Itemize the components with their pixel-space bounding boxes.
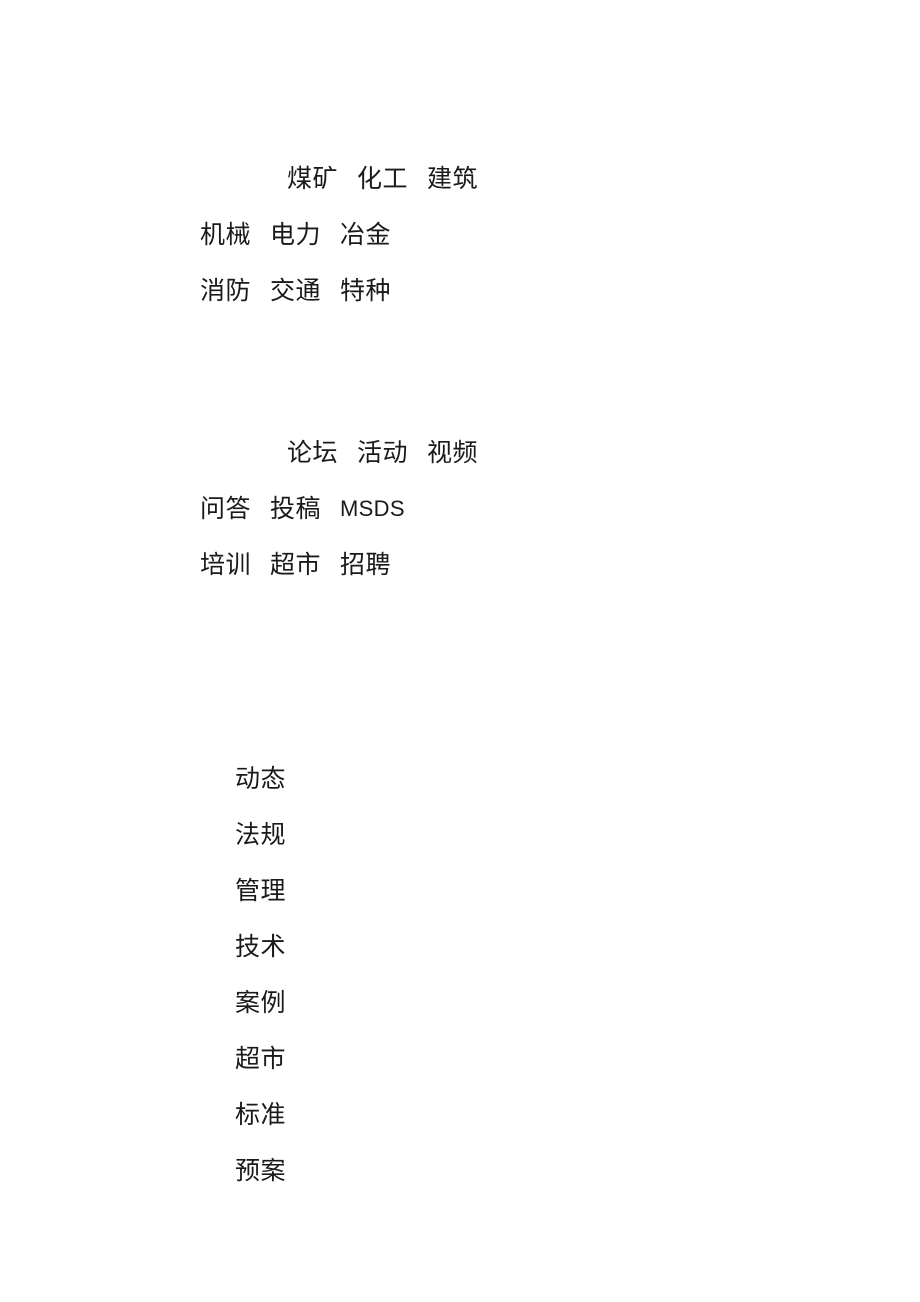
category-item[interactable]: 案例 bbox=[235, 976, 475, 1032]
nav-item-sections[interactable]: 视频 bbox=[427, 426, 478, 482]
category-item[interactable]: 法规 bbox=[235, 808, 475, 864]
category-item[interactable]: 标准 bbox=[235, 1088, 475, 1144]
section-nav-block: 论坛 活动 视频 问答 投稿 MSDS 培训 超市 招聘 bbox=[0, 426, 920, 594]
nav-line: 消防 交通 特种 bbox=[0, 264, 920, 320]
document-page: 煤矿 化工 建筑 机械 电力 冶金 消防 交通 特种 论坛 活动 视频 问答 投稿 MSDS 培训 超市 招聘 … bbox=[0, 0, 920, 1302]
nav-item-industries[interactable]: 化工 bbox=[357, 152, 408, 208]
nav-item-industries[interactable]: 冶金 bbox=[340, 208, 391, 264]
nav-line: 煤矿 化工 建筑 bbox=[0, 152, 920, 208]
nav-line: 问答 投稿 MSDS bbox=[0, 482, 920, 538]
nav-item-industries[interactable]: 特种 bbox=[340, 264, 391, 320]
category-item[interactable]: 超市 bbox=[235, 1032, 475, 1088]
nav-line: 论坛 活动 视频 bbox=[0, 426, 920, 482]
nav-item-industries[interactable]: 消防 bbox=[200, 264, 251, 320]
category-item[interactable]: 技术 bbox=[235, 920, 475, 976]
category-column: 动态 法规 管理 技术 案例 超市 标准 预案 bbox=[235, 752, 475, 1200]
category-item[interactable]: 动态 bbox=[235, 752, 475, 808]
nav-line: 培训 超市 招聘 bbox=[0, 538, 920, 594]
nav-item-industries[interactable]: 煤矿 bbox=[287, 152, 338, 208]
nav-line: 机械 电力 冶金 bbox=[0, 208, 920, 264]
nav-item-sections[interactable]: MSDS bbox=[340, 481, 405, 537]
nav-item-sections[interactable]: 投稿 bbox=[270, 482, 321, 538]
nav-item-industries[interactable]: 电力 bbox=[270, 208, 321, 264]
nav-item-sections[interactable]: 招聘 bbox=[340, 538, 391, 594]
nav-item-industries[interactable]: 交通 bbox=[270, 264, 321, 320]
category-item[interactable]: 管理 bbox=[235, 864, 475, 920]
nav-item-industries[interactable]: 建筑 bbox=[427, 152, 478, 208]
nav-item-sections[interactable]: 活动 bbox=[357, 426, 408, 482]
industry-nav-block: 煤矿 化工 建筑 机械 电力 冶金 消防 交通 特种 bbox=[0, 152, 920, 320]
nav-item-sections[interactable]: 问答 bbox=[200, 482, 251, 538]
nav-item-sections[interactable]: 超市 bbox=[270, 538, 321, 594]
nav-item-sections[interactable]: 培训 bbox=[200, 538, 251, 594]
category-item[interactable]: 预案 bbox=[235, 1144, 475, 1200]
nav-item-industries[interactable]: 机械 bbox=[200, 208, 251, 264]
nav-item-sections[interactable]: 论坛 bbox=[287, 426, 338, 482]
